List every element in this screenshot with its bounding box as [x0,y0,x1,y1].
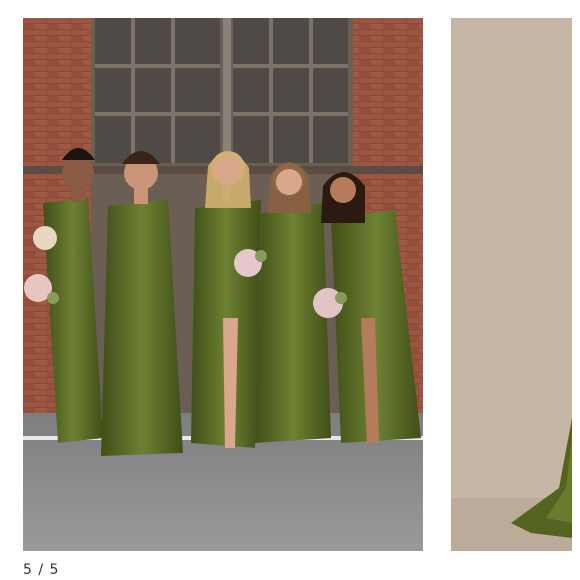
product-photo-partial [451,18,572,551]
slide-counter-current: 5 [23,562,33,578]
bridesmaids-photo [23,18,423,551]
slide-counter: 5 / 5 [23,562,59,578]
slide-counter-separator: / [38,562,45,578]
gallery-main-image[interactable] [23,18,423,551]
image-gallery-viewer: 5 / 5 [0,0,580,580]
gallery-next-image-peek[interactable] [451,18,572,551]
slide-counter-total: 5 [49,562,60,578]
